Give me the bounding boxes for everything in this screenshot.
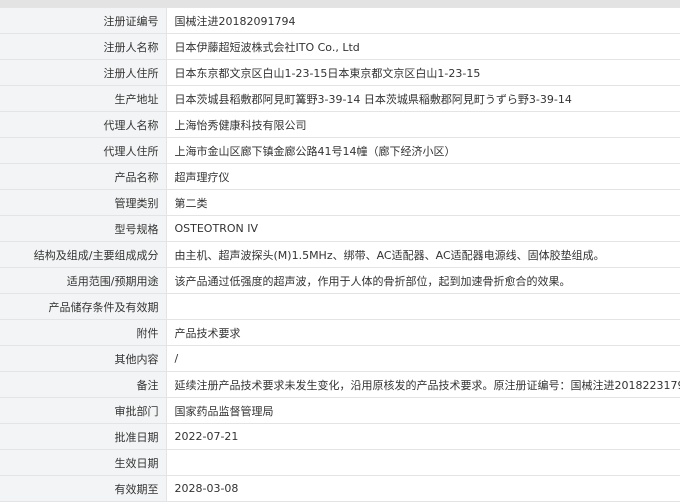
table-row: 生效日期: [0, 449, 680, 476]
field-value: OSTEOTRON IV: [166, 215, 680, 242]
field-value: [166, 449, 680, 476]
table-row: 产品名称 超声理疗仪: [0, 163, 680, 190]
table-row: 代理人住所 上海市金山区廊下镇金廊公路41号14幢（廊下经济小区）: [0, 137, 680, 164]
field-value: [166, 293, 680, 320]
table-row: 注册人住所 日本东京都文京区白山1-23-15日本東京都文京区白山1-23-15: [0, 59, 680, 86]
table-row: 备注 延续注册产品技术要求未发生变化，沿用原核发的产品技术要求。原注册证编号：国械…: [0, 371, 680, 398]
table-row: 批准日期 2022-07-21: [0, 423, 680, 450]
field-label: 适用范围/预期用途: [0, 267, 167, 294]
field-label: 备注: [0, 371, 167, 398]
field-value: 由主机、超声波探头(M)1.5MHz、绑带、AC适配器、AC适配器电源线、固体胶…: [166, 241, 680, 268]
field-label: 注册人名称: [0, 33, 167, 60]
table-row: 其他内容 /: [0, 345, 680, 372]
field-value: 日本东京都文京区白山1-23-15日本東京都文京区白山1-23-15: [166, 59, 680, 86]
field-label: 代理人名称: [0, 111, 167, 138]
field-label: 型号规格: [0, 215, 167, 242]
field-label: 注册证编号: [0, 7, 167, 34]
table-row: 管理类别 第二类: [0, 189, 680, 216]
field-value: 2028-03-08: [166, 475, 680, 502]
field-label: 有效期至: [0, 475, 167, 502]
table-row: 型号规格 OSTEOTRON IV: [0, 215, 680, 242]
registration-details-table: 注册证编号 国械注进20182091794 注册人名称 日本伊藤超短波株式会社ITO …: [0, 7, 680, 502]
field-value: 延续注册产品技术要求未发生变化，沿用原核发的产品技术要求。原注册证编号：国械注进…: [166, 371, 680, 398]
field-value: 国械注进20182091794: [166, 7, 680, 34]
field-label: 附件: [0, 319, 167, 346]
field-value: 该产品通过低强度的超声波，作用于人体的骨折部位，起到加速骨折愈合的效果。: [166, 267, 680, 294]
field-label: 代理人住所: [0, 137, 167, 164]
field-label: 产品储存条件及有效期: [0, 293, 167, 320]
table-row: 产品储存条件及有效期: [0, 293, 680, 320]
table-row: 附件 产品技术要求: [0, 319, 680, 346]
field-value: 产品技术要求: [166, 319, 680, 346]
field-value: 2022-07-21: [166, 423, 680, 450]
table-row: 结构及组成/主要组成成分 由主机、超声波探头(M)1.5MHz、绑带、AC适配器、…: [0, 241, 680, 268]
field-value: 超声理疗仪: [166, 163, 680, 190]
field-value: 上海市金山区廊下镇金廊公路41号14幢（廊下经济小区）: [166, 137, 680, 164]
field-value: 日本伊藤超短波株式会社ITO Co., Ltd: [166, 33, 680, 60]
field-label: 注册人住所: [0, 59, 167, 86]
field-value: 第二类: [166, 189, 680, 216]
field-value: /: [166, 345, 680, 372]
top-bar: [0, 0, 680, 7]
field-value: 日本茨城县稻敷郡阿見町篝野3-39-14 日本茨城県稲敷郡阿見町うずら野3-39…: [166, 85, 680, 112]
table-row: 代理人名称 上海怡秀健康科技有限公司: [0, 111, 680, 138]
table-row: 审批部门 国家药品监督管理局: [0, 397, 680, 424]
table-row: 有效期至 2028-03-08: [0, 475, 680, 502]
table-row: 注册证编号 国械注进20182091794: [0, 7, 680, 34]
field-value: 国家药品监督管理局: [166, 397, 680, 424]
field-label: 其他内容: [0, 345, 167, 372]
field-label: 生产地址: [0, 85, 167, 112]
field-label: 结构及组成/主要组成成分: [0, 241, 167, 268]
field-label: 审批部门: [0, 397, 167, 424]
field-label: 管理类别: [0, 189, 167, 216]
table-row: 生产地址 日本茨城县稻敷郡阿見町篝野3-39-14 日本茨城県稲敷郡阿見町うずら野…: [0, 85, 680, 112]
field-label: 产品名称: [0, 163, 167, 190]
table-row: 适用范围/预期用途 该产品通过低强度的超声波，作用于人体的骨折部位，起到加速骨折愈…: [0, 267, 680, 294]
field-label: 生效日期: [0, 449, 167, 476]
table-row: 注册人名称 日本伊藤超短波株式会社ITO Co., Ltd: [0, 33, 680, 60]
field-value: 上海怡秀健康科技有限公司: [166, 111, 680, 138]
field-label: 批准日期: [0, 423, 167, 450]
